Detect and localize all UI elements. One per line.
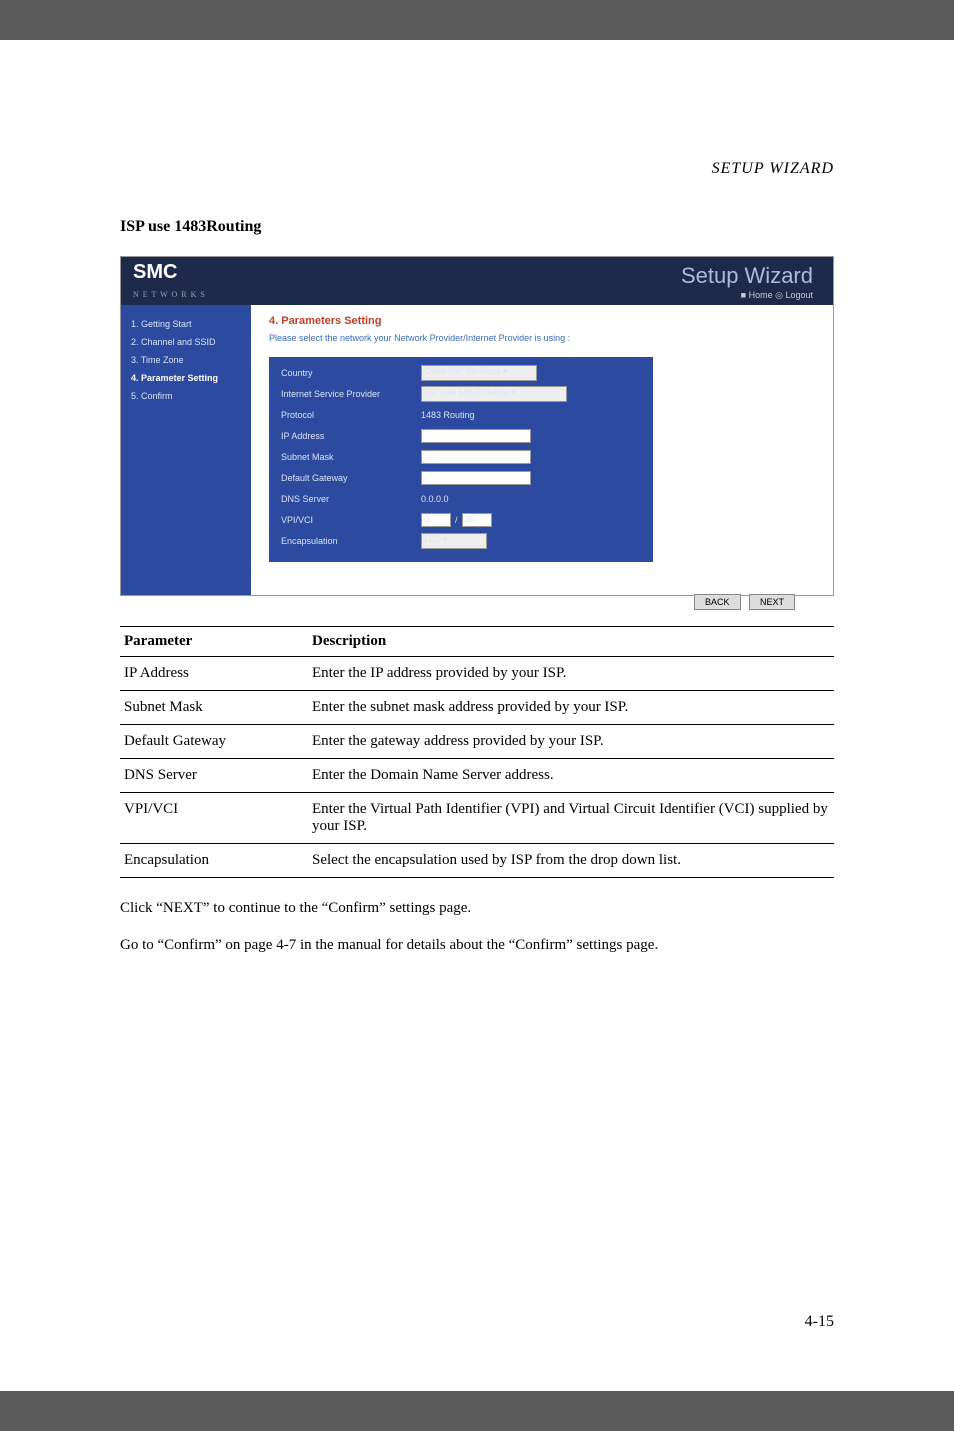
vci-input[interactable]: 35 xyxy=(462,513,492,527)
country-label: Country xyxy=(281,368,421,378)
button-row: BACK NEXT xyxy=(269,562,815,610)
col-parameter: Parameter xyxy=(120,627,308,657)
gateway-input[interactable] xyxy=(421,471,531,485)
section-title: ISP use 1483Routing xyxy=(120,218,834,236)
screenshot-sidebar: 1. Getting Start 2. Channel and SSID 3. … xyxy=(121,305,251,595)
page-number: 4-15 xyxy=(805,1313,834,1331)
parameter-table: Parameter Description IP AddressEnter th… xyxy=(120,626,834,878)
dns-value: 0.0.0.0 xyxy=(421,494,449,504)
vpi-input[interactable]: 0 xyxy=(421,513,451,527)
form-title: 4. Parameters Setting xyxy=(269,315,815,327)
form-description: Please select the network your Network P… xyxy=(269,333,815,343)
logo: SMC N E T W O R K S xyxy=(133,261,206,302)
body-paragraph-1: Click “NEXT” to continue to the “Confirm… xyxy=(120,898,834,919)
vpivci-label: VPI/VCI xyxy=(281,515,421,525)
sidebar-step-5[interactable]: 5. Confirm xyxy=(121,387,251,405)
form-panel: Country Other ISP Services ▾ Internet Se… xyxy=(269,357,653,562)
col-description: Description xyxy=(308,627,834,657)
table-row: EncapsulationSelect the encapsulation us… xyxy=(120,844,834,878)
sidebar-step-3[interactable]: 3. Time Zone xyxy=(121,351,251,369)
isp-label: Internet Service Provider xyxy=(281,389,421,399)
body-paragraph-2: Go to “Confirm” on page 4-7 in the manua… xyxy=(120,935,834,956)
table-row: VPI/VCIEnter the Virtual Path Identifier… xyxy=(120,793,834,844)
ip-input[interactable] xyxy=(421,429,531,443)
logo-text: SMC xyxy=(133,261,177,283)
ip-label: IP Address xyxy=(281,431,421,441)
table-row: Default GatewayEnter the gateway address… xyxy=(120,725,834,759)
document-page: SETUP WIZARD ISP use 1483Routing SMC N E… xyxy=(0,40,954,1391)
protocol-value: 1483 Routing xyxy=(421,410,475,420)
sidebar-step-4[interactable]: 4. Parameter Setting xyxy=(121,369,251,387)
sidebar-step-2[interactable]: 2. Channel and SSID xyxy=(121,333,251,351)
page-header: SETUP WIZARD xyxy=(120,160,834,178)
isp-select[interactable]: ISP use 1483Routing ▾ xyxy=(421,386,567,402)
dns-label: DNS Server xyxy=(281,494,421,504)
subnet-input[interactable] xyxy=(421,450,531,464)
screenshot-body: 1. Getting Start 2. Channel and SSID 3. … xyxy=(121,305,833,595)
screenshot-title: Setup Wizard xyxy=(681,263,813,289)
screenshot-header-links[interactable]: ■ Home ◎ Logout xyxy=(741,290,813,301)
screenshot-main: 4. Parameters Setting Please select the … xyxy=(251,305,833,595)
encap-select[interactable]: LLC ▾ xyxy=(421,533,487,549)
table-row: DNS ServerEnter the Domain Name Server a… xyxy=(120,759,834,793)
table-row: IP AddressEnter the IP address provided … xyxy=(120,657,834,691)
gateway-label: Default Gateway xyxy=(281,473,421,483)
logo-subtext: N E T W O R K S xyxy=(133,290,206,299)
country-select[interactable]: Other ISP Services ▾ xyxy=(421,365,537,381)
protocol-label: Protocol xyxy=(281,410,421,420)
subnet-label: Subnet Mask xyxy=(281,452,421,462)
table-row: Subnet MaskEnter the subnet mask address… xyxy=(120,691,834,725)
back-button[interactable]: BACK xyxy=(694,594,741,610)
sidebar-step-1[interactable]: 1. Getting Start xyxy=(121,315,251,333)
encap-label: Encapsulation xyxy=(281,536,421,546)
router-screenshot: SMC N E T W O R K S Setup Wizard ■ Home … xyxy=(120,256,834,596)
next-button[interactable]: NEXT xyxy=(749,594,795,610)
screenshot-header: SMC N E T W O R K S Setup Wizard ■ Home … xyxy=(121,257,833,305)
